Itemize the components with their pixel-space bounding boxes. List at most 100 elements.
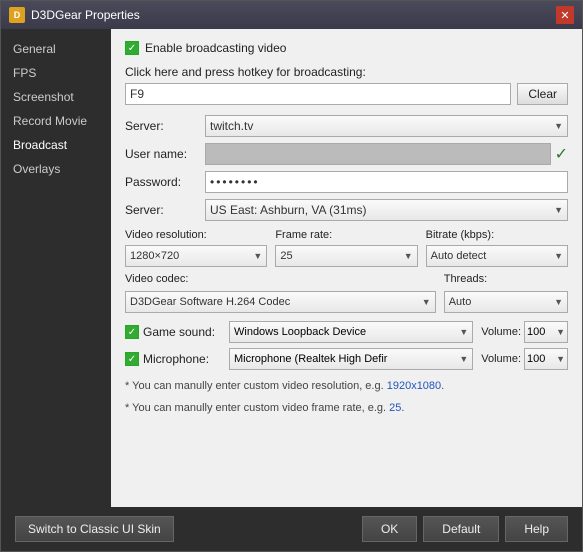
- sidebar-item-overlays[interactable]: Overlays: [1, 157, 111, 181]
- frame-rate-value: 25: [280, 250, 292, 262]
- threads-value: Auto: [449, 296, 472, 308]
- server-dropdown[interactable]: twitch.tv ▼: [205, 115, 568, 137]
- hotkey-row: Clear: [125, 83, 568, 105]
- codec-arrow: ▼: [422, 297, 431, 307]
- threads-group: Threads:: [444, 273, 568, 285]
- server2-row: Server: US East: Ashburn, VA (31ms) ▼: [125, 199, 568, 221]
- codec-dropdown[interactable]: D3DGear Software H.264 Codec ▼: [125, 291, 436, 313]
- frame-rate-group: Frame rate:: [275, 229, 417, 241]
- sidebar-item-general[interactable]: General: [1, 37, 111, 61]
- server2-label: Server:: [125, 203, 205, 217]
- title-bar: D D3DGear Properties ✕: [1, 1, 582, 29]
- sidebar-item-fps[interactable]: FPS: [1, 61, 111, 85]
- threads-dropdown[interactable]: Auto ▼: [444, 291, 568, 313]
- video-res-label: Video resolution:: [125, 229, 267, 241]
- video-res-dropdown[interactable]: 1280×720 ▼: [125, 245, 267, 267]
- sidebar-item-screenshot[interactable]: Screenshot: [1, 85, 111, 109]
- hotkey-input[interactable]: [125, 83, 511, 105]
- mic-row: ✓ Microphone: Microphone (Realtek High D…: [125, 348, 568, 370]
- hotkey-label: Click here and press hotkey for broadcas…: [125, 65, 568, 79]
- fr-arrow: ▼: [404, 251, 413, 261]
- bitrate-dd-group: Auto detect ▼: [426, 245, 568, 267]
- game-sound-checkbox[interactable]: ✓: [125, 325, 139, 339]
- bitrate-value: Auto detect: [431, 250, 487, 262]
- mic-dropdown[interactable]: Microphone (Realtek High Defir ▼: [229, 348, 473, 370]
- enable-row: ✓ Enable broadcasting video: [125, 41, 568, 55]
- window-title: D3DGear Properties: [31, 8, 140, 22]
- ok-button[interactable]: OK: [362, 516, 417, 542]
- close-button[interactable]: ✕: [556, 6, 574, 24]
- note1-link[interactable]: 1920x1080: [387, 380, 441, 392]
- mv-arrow: ▼: [556, 354, 565, 364]
- codec-label: Video codec:: [125, 273, 436, 285]
- note2: * You can manully enter custom video fra…: [125, 400, 568, 418]
- video-res-group: Video resolution:: [125, 229, 267, 241]
- game-volume-section: Volume: 100 ▼: [481, 321, 568, 343]
- note1: * You can manully enter custom video res…: [125, 378, 568, 396]
- frame-rate-dropdown[interactable]: 25 ▼: [275, 245, 417, 267]
- game-volume-dropdown[interactable]: 100 ▼: [524, 321, 568, 343]
- video-res-value: 1280×720: [130, 250, 179, 262]
- ct-labels: Video codec: Threads:: [125, 273, 568, 285]
- server2-value: US East: Ashburn, VA (31ms): [210, 203, 367, 217]
- mic-label: Microphone:: [143, 352, 225, 366]
- game-volume-label: Volume:: [481, 326, 521, 338]
- thr-arrow: ▼: [554, 297, 563, 307]
- app-icon: D: [9, 7, 25, 23]
- enable-label: Enable broadcasting video: [145, 41, 286, 55]
- mic-arrow: ▼: [459, 354, 468, 364]
- default-button[interactable]: Default: [423, 516, 499, 542]
- bitrate-dropdown[interactable]: Auto detect ▼: [426, 245, 568, 267]
- sidebar-item-broadcast[interactable]: Broadcast: [1, 133, 111, 157]
- sidebar-item-record-movie[interactable]: Record Movie: [1, 109, 111, 133]
- frame-rate-dd-group: 25 ▼: [275, 245, 417, 267]
- password-label: Password:: [125, 175, 205, 189]
- mic-volume-section: Volume: 100 ▼: [481, 348, 568, 370]
- vfb-labels: Video resolution: Frame rate: Bitrate (k…: [125, 229, 568, 241]
- server-row: Server: twitch.tv ▼: [125, 115, 568, 137]
- enable-checkbox[interactable]: ✓: [125, 41, 139, 55]
- video-res-dd-group: 1280×720 ▼: [125, 245, 267, 267]
- mic-volume-value: 100: [527, 353, 545, 365]
- ct-dropdowns: D3DGear Software H.264 Codec ▼ Auto ▼: [125, 291, 568, 313]
- game-sound-row: ✓ Game sound: Windows Loopback Device ▼ …: [125, 321, 568, 343]
- frame-rate-label: Frame rate:: [275, 229, 417, 241]
- main-window: D D3DGear Properties ✕ General FPS Scree…: [0, 0, 583, 552]
- username-row: User name: ✓: [125, 143, 568, 165]
- clear-button[interactable]: Clear: [517, 83, 568, 105]
- mic-volume-label: Volume:: [481, 353, 521, 365]
- mic-volume-dropdown[interactable]: 100 ▼: [524, 348, 568, 370]
- vr-arrow: ▼: [253, 251, 262, 261]
- checkmark-icon: ✓: [555, 144, 568, 164]
- username-input[interactable]: [205, 143, 551, 165]
- server2-dropdown[interactable]: US East: Ashburn, VA (31ms) ▼: [205, 199, 568, 221]
- footer-right-buttons: OK Default Help: [362, 516, 568, 542]
- game-sound-label: Game sound:: [143, 325, 225, 339]
- codec-group: Video codec:: [125, 273, 436, 285]
- password-input[interactable]: [205, 171, 568, 193]
- mic-checkbox[interactable]: ✓: [125, 352, 139, 366]
- game-sound-dropdown[interactable]: Windows Loopback Device ▼: [229, 321, 473, 343]
- game-sound-value: Windows Loopback Device: [234, 326, 366, 338]
- game-volume-value: 100: [527, 326, 545, 338]
- content-panel: ✓ Enable broadcasting video Click here a…: [111, 29, 582, 507]
- threads-dd-group: Auto ▼: [444, 291, 568, 313]
- vfb-dropdowns: 1280×720 ▼ 25 ▼ Auto detect ▼: [125, 245, 568, 267]
- br-arrow: ▼: [554, 251, 563, 261]
- bitrate-label: Bitrate (kbps):: [426, 229, 568, 241]
- note2-link[interactable]: 25: [389, 402, 401, 414]
- help-button[interactable]: Help: [505, 516, 568, 542]
- classic-skin-button[interactable]: Switch to Classic UI Skin: [15, 516, 174, 542]
- main-content: General FPS Screenshot Record Movie Broa…: [1, 29, 582, 507]
- password-row: Password:: [125, 171, 568, 193]
- bitrate-group: Bitrate (kbps):: [426, 229, 568, 241]
- server-value: twitch.tv: [210, 119, 253, 133]
- footer-bar: Switch to Classic UI Skin OK Default Hel…: [1, 507, 582, 551]
- server2-dropdown-arrow: ▼: [554, 205, 563, 215]
- username-label: User name:: [125, 147, 205, 161]
- threads-label: Threads:: [444, 273, 568, 285]
- notes-section: * You can manully enter custom video res…: [125, 378, 568, 417]
- server-label: Server:: [125, 119, 205, 133]
- gv-arrow: ▼: [556, 327, 565, 337]
- title-bar-left: D D3DGear Properties: [9, 7, 140, 23]
